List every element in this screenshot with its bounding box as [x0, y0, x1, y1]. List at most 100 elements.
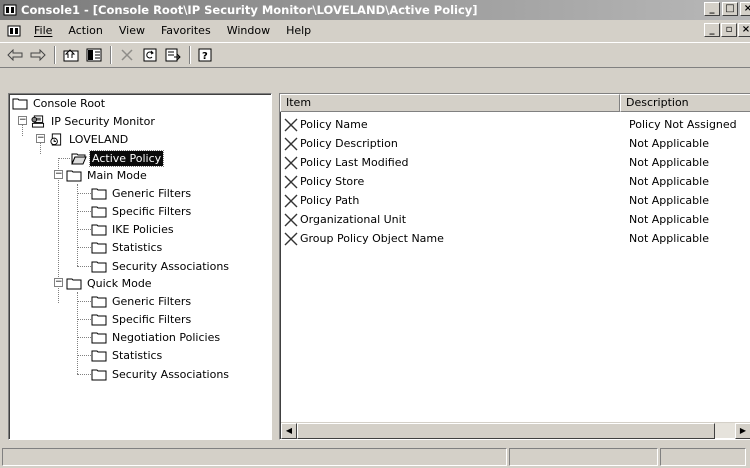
list-item[interactable]: Policy Description Not Applicable	[284, 134, 750, 153]
tree-connector	[77, 247, 91, 248]
folder-icon	[91, 242, 107, 253]
menu-favorites-label: Favorites	[160, 24, 211, 37]
window-controls: _ □ ×	[702, 2, 750, 16]
list-item[interactable]: Organizational Unit Not Applicable	[284, 210, 750, 229]
folder-icon	[91, 369, 107, 380]
menu-bar: File Action View Favorites Window Help _…	[0, 20, 750, 42]
mdi-close-button[interactable]: ×	[738, 23, 750, 37]
title-bar[interactable]: Console1 - [Console Root\IP Security Mon…	[0, 0, 750, 20]
list-item-description: Not Applicable	[629, 213, 709, 226]
menu-help[interactable]: Help	[278, 22, 319, 40]
menu-favorites[interactable]: Favorites	[153, 22, 219, 40]
status-bar	[0, 446, 750, 468]
tree-node-label: Generic Filters	[112, 294, 192, 308]
column-header-item[interactable]: Item	[280, 94, 620, 112]
list-item-description: Not Applicable	[629, 232, 709, 245]
list-item[interactable]: Policy Name Policy Not Assigned	[284, 115, 750, 134]
mdi-minimize-button[interactable]: _	[704, 23, 720, 37]
folder-icon	[66, 170, 82, 181]
tree-node-main-generic-filters[interactable]: Generic Filters	[91, 184, 193, 202]
back-arrow-icon	[7, 49, 23, 61]
tree-node-negotiation-policies[interactable]: Negotiation Policies	[91, 328, 222, 346]
toolbar: ?	[0, 42, 750, 68]
menu-action[interactable]: Action	[60, 22, 110, 40]
toolbar-separator	[189, 46, 191, 64]
list-item[interactable]: Policy Store Not Applicable	[284, 172, 750, 191]
svg-text:?: ?	[202, 51, 208, 62]
tree-node-main-security-associations[interactable]: Security Associations	[91, 257, 231, 275]
mdi-restore-button[interactable]: ▫	[721, 23, 737, 37]
item-x-icon	[284, 213, 298, 226]
folder-icon	[91, 224, 107, 235]
maximize-button[interactable]: □	[722, 2, 738, 16]
tree-node-active-policy[interactable]: Active Policy	[71, 149, 165, 167]
tree-connector	[77, 355, 91, 356]
list-item-name: Policy Description	[300, 137, 398, 150]
delete-button[interactable]	[116, 45, 138, 65]
menu-file[interactable]: File	[26, 22, 60, 40]
menu-view[interactable]: View	[111, 22, 153, 40]
menu-window[interactable]: Window	[219, 22, 278, 40]
tree-node-label: LOVELAND	[69, 132, 129, 146]
minimize-button[interactable]: _	[704, 2, 720, 16]
tree-node-label: IKE Policies	[112, 222, 174, 236]
tree-node-quick-statistics[interactable]: Statistics	[91, 346, 164, 364]
collapse-toggle[interactable]: −	[18, 116, 27, 125]
column-header-description[interactable]: Description	[620, 94, 750, 112]
tree-node-console-root[interactable]: Console Root	[12, 94, 107, 112]
list-item-name: Group Policy Object Name	[300, 232, 444, 245]
scroll-thumb[interactable]	[297, 423, 715, 439]
folder-icon	[91, 350, 107, 361]
refresh-button[interactable]	[139, 45, 161, 65]
window-title: Console1 - [Console Root\IP Security Mon…	[21, 3, 478, 17]
tree-node-main-specific-filters[interactable]: Specific Filters	[91, 202, 193, 220]
tree-node-main-statistics[interactable]: Statistics	[91, 238, 164, 256]
up-one-level-button[interactable]	[60, 45, 82, 65]
tree-node-main-mode[interactable]: Main Mode	[66, 166, 149, 184]
list-item[interactable]: Policy Last Modified Not Applicable	[284, 153, 750, 172]
scroll-right-button[interactable]: ▶	[735, 423, 750, 439]
toolbar-separator	[110, 46, 112, 64]
menu-action-label: Action	[68, 24, 103, 37]
up-one-level-icon	[63, 49, 79, 62]
tree-connector	[77, 374, 91, 375]
horizontal-scrollbar[interactable]: ◀ ▶	[281, 422, 750, 439]
collapse-toggle[interactable]: −	[54, 278, 63, 287]
tree-connector	[77, 193, 91, 194]
server-icon	[50, 132, 62, 146]
show-hide-tree-button[interactable]	[83, 45, 105, 65]
menu-file-label: File	[34, 24, 53, 37]
forward-button[interactable]	[27, 45, 49, 65]
tree-node-label: Statistics	[112, 240, 163, 254]
tree-node-label: Console Root	[33, 96, 106, 110]
tree-node-quick-mode[interactable]: Quick Mode	[66, 274, 154, 292]
tree-node-quick-specific-filters[interactable]: Specific Filters	[91, 310, 193, 328]
item-x-icon	[284, 194, 298, 207]
list-item-description: Not Applicable	[629, 194, 709, 207]
tree-node-label: Specific Filters	[112, 204, 192, 218]
tree-node-loveland[interactable]: LOVELAND	[48, 130, 130, 148]
tree-node-ip-security-monitor[interactable]: IP Security Monitor	[30, 112, 157, 130]
mmc-app-icon[interactable]	[3, 3, 17, 17]
back-button[interactable]	[4, 45, 26, 65]
menu-window-label: Window	[226, 24, 271, 37]
console-tree[interactable]: Console Root − IP Security Monitor − LOV…	[8, 93, 272, 440]
folder-icon	[66, 278, 82, 289]
list-item[interactable]: Group Policy Object Name Not Applicable	[284, 229, 750, 248]
tree-node-quick-security-associations[interactable]: Security Associations	[91, 365, 231, 383]
help-button[interactable]: ?	[195, 45, 217, 65]
collapse-toggle[interactable]: −	[54, 170, 63, 179]
tree-node-quick-generic-filters[interactable]: Generic Filters	[91, 292, 193, 310]
list-item-description: Not Applicable	[629, 156, 709, 169]
menu-help-label: Help	[286, 24, 312, 37]
export-list-button[interactable]	[162, 45, 184, 65]
scroll-left-button[interactable]: ◀	[281, 423, 297, 439]
tree-node-label: Security Associations	[112, 367, 230, 381]
list-item[interactable]: Policy Path Not Applicable	[284, 191, 750, 210]
collapse-toggle[interactable]: −	[36, 134, 45, 143]
details-list[interactable]: Item Description Policy Name Policy Not …	[279, 93, 750, 440]
console-window-icon[interactable]	[6, 23, 22, 39]
folder-icon	[91, 188, 107, 199]
close-button[interactable]: ×	[740, 2, 750, 16]
tree-node-ike-policies[interactable]: IKE Policies	[91, 220, 176, 238]
